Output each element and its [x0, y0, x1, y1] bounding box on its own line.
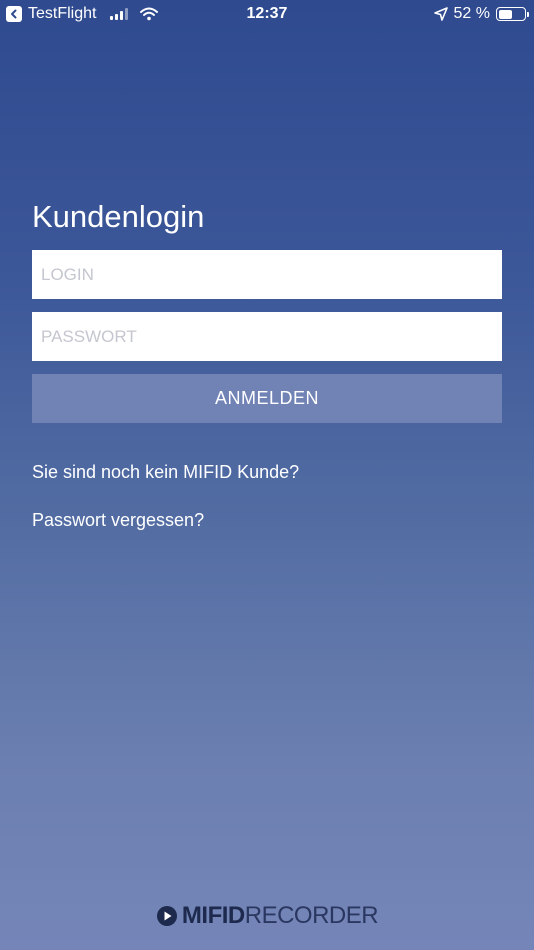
register-link[interactable]: Sie sind noch kein MIFID Kunde?: [32, 461, 299, 483]
location-arrow-icon: [433, 7, 448, 21]
logo-text-bold: MIFID: [181, 902, 245, 929]
battery-percentage: 52 %: [453, 5, 490, 22]
logo-text: MIFIDRECORDER: [181, 902, 379, 930]
login-button[interactable]: ANMELDEN: [32, 374, 502, 423]
forgot-password-link[interactable]: Passwort vergessen?: [32, 509, 204, 531]
status-bar: TestFlight 12:37 52 %: [0, 0, 534, 28]
page-title: Kundenlogin: [32, 199, 205, 234]
status-right: 52 %: [433, 4, 529, 24]
battery-fill: [498, 9, 512, 19]
battery-icon: [496, 7, 529, 21]
login-input[interactable]: [32, 250, 502, 299]
play-circle-icon: [156, 906, 177, 926]
brand-logo: MIFIDRECORDER: [0, 902, 534, 930]
logo-text-light: RECORDER: [244, 902, 379, 929]
password-input[interactable]: [32, 312, 502, 361]
